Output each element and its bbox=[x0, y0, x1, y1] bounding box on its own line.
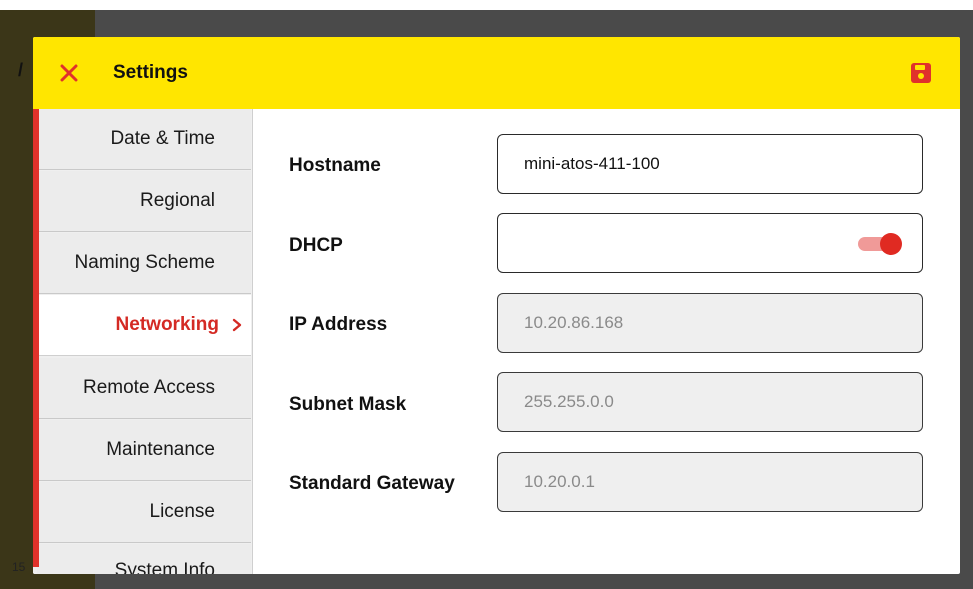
sidebar-item-label: License bbox=[149, 501, 216, 522]
hostname-label: Hostname bbox=[289, 155, 381, 176]
ip-address-value: 10.20.86.168 bbox=[524, 313, 624, 332]
sidebar-item-label: Remote Access bbox=[83, 377, 215, 398]
dhcp-field bbox=[497, 213, 923, 273]
sidebar-item-label: Regional bbox=[140, 190, 215, 211]
subnet-mask-label: Subnet Mask bbox=[289, 394, 407, 415]
sidebar-item-networking[interactable]: Networking bbox=[37, 295, 251, 356]
sidebar-item-license[interactable]: License bbox=[37, 482, 251, 543]
dhcp-toggle[interactable] bbox=[858, 233, 902, 255]
standard-gateway-value: 10.20.0.1 bbox=[524, 472, 595, 491]
sidebar-item-label: Date & Time bbox=[110, 128, 215, 149]
sidebar-item-naming-scheme[interactable]: Naming Scheme bbox=[37, 233, 251, 294]
sidebar-item-remote-access[interactable]: Remote Access bbox=[37, 358, 251, 419]
standard-gateway-label: Standard Gateway bbox=[289, 473, 455, 494]
sidebar-item-label: Maintenance bbox=[106, 439, 215, 460]
chevron-right-icon bbox=[231, 318, 243, 332]
floppy-save-icon bbox=[911, 63, 931, 83]
close-icon bbox=[60, 64, 78, 82]
sidebar-item-system-info[interactable]: System Info bbox=[37, 544, 251, 574]
settings-dialog: Settings Date & Time Regional Naming Sch… bbox=[33, 37, 960, 574]
ip-address-field: 10.20.86.168 bbox=[497, 293, 923, 353]
sidebar-item-label: Networking bbox=[115, 314, 219, 335]
sidebar-item-label: Naming Scheme bbox=[74, 252, 215, 273]
close-button[interactable] bbox=[57, 61, 81, 85]
backdrop-mark: / bbox=[18, 60, 24, 80]
standard-gateway-field: 10.20.0.1 bbox=[497, 452, 923, 512]
hostname-input[interactable] bbox=[524, 154, 884, 174]
dhcp-label: DHCP bbox=[289, 235, 343, 256]
dialog-title: Settings bbox=[113, 62, 188, 83]
ip-address-label: IP Address bbox=[289, 314, 388, 335]
subnet-mask-field: 255.255.0.0 bbox=[497, 372, 923, 432]
sidebar-item-label: System Info bbox=[114, 560, 215, 574]
hostname-field[interactable] bbox=[497, 134, 923, 194]
dialog-header: Settings bbox=[33, 37, 960, 109]
settings-sidebar: Date & Time Regional Naming Scheme Netwo… bbox=[33, 109, 253, 574]
sidebar-item-maintenance[interactable]: Maintenance bbox=[37, 420, 251, 481]
toggle-knob bbox=[880, 233, 902, 255]
sidebar-accent-bar bbox=[33, 109, 39, 567]
save-button[interactable] bbox=[909, 61, 933, 85]
sidebar-item-date-time[interactable]: Date & Time bbox=[37, 109, 251, 170]
backdrop-number: 15 bbox=[12, 560, 26, 574]
subnet-mask-value: 255.255.0.0 bbox=[524, 392, 614, 411]
sidebar-item-regional[interactable]: Regional bbox=[37, 171, 251, 232]
